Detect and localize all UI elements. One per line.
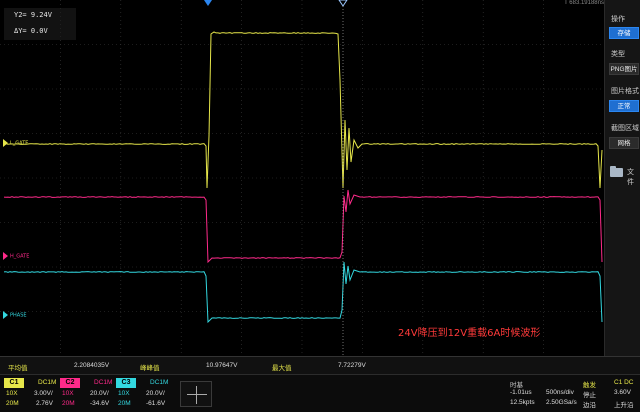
channel-marker-c2[interactable]: H_GATE (0, 252, 29, 261)
channel-tag-c1: C1 (4, 378, 24, 388)
timebase-delay[interactable]: -1.01us (510, 389, 532, 396)
memory-depth: 12.5kpts (510, 399, 535, 406)
timebase-label: 时基 (510, 379, 523, 389)
scale: 20.0V/ (90, 390, 109, 397)
save-side-panel: 操作 存储 类型 PNG图片 图片格式 正常 截图区域 网格 文件 (604, 0, 640, 356)
probe: 10X (6, 390, 18, 397)
measure-pp-value: 10.97647V (206, 362, 237, 369)
trigger-label: 触发 (583, 379, 596, 389)
channel-status-bar: C1 DC1M 10X 3.00V/ 20M 2.76V C2 DC1M 10X… (0, 374, 640, 412)
type-label: 类型 (611, 49, 625, 59)
measure-pp-label: 峰峰值 (140, 362, 160, 372)
channel-label-c1: L_GATE (10, 141, 28, 147)
capture-area-select[interactable]: 网格 (609, 137, 639, 149)
trigger-type: 边沿 (583, 399, 596, 409)
trigger-position-marker (204, 0, 212, 6)
channel-arrow-icon (3, 252, 8, 260)
trigger-level[interactable]: 3.60V (614, 389, 631, 396)
channel-block-c1[interactable]: C1 DC1M 10X 3.00V/ 20M 2.76V (4, 378, 58, 410)
bandwidth: 20M (62, 400, 75, 407)
offset: -34.6V (90, 400, 109, 407)
probe: 10X (62, 390, 74, 397)
measure-max-value: 7.72279V (338, 362, 366, 369)
file-label[interactable]: 文件 (627, 167, 640, 187)
channel-arrow-icon (3, 139, 8, 147)
image-format-select[interactable]: 正常 (609, 100, 639, 112)
top-status-text: T 683.19188ns (564, 0, 604, 6)
cursor-dy-value: ΔY= 0.0V (14, 27, 48, 35)
cursor-y2-value: Y2= 9.24V (14, 11, 52, 19)
cursor-position-marker (339, 0, 347, 6)
add-channel-plus-icon[interactable] (180, 381, 212, 407)
coupling: DC1M (38, 379, 56, 386)
scale: 20.0V/ (146, 390, 165, 397)
operation-label: 操作 (611, 14, 625, 24)
channel-marker-c1[interactable]: L_GATE (0, 139, 28, 148)
waveform-h-gate (4, 190, 602, 262)
channel-tag-c3: C3 (116, 378, 136, 388)
waveform-l-gate (4, 32, 602, 188)
sample-rate: 2.50GSa/s (546, 399, 577, 406)
scope-grid (0, 0, 604, 356)
channel-arrow-icon (3, 311, 8, 319)
offset: 2.76V (36, 400, 53, 407)
trigger-mode[interactable]: 停止 (583, 389, 596, 399)
channel-marker-c3[interactable]: PHASE (0, 311, 27, 320)
waveform-display[interactable]: Y2= 9.24V ΔY= 0.0V L_GATE H_GATE PHASE 2… (0, 0, 604, 356)
channel-block-c2[interactable]: C2 DC1M 10X 20.0V/ 20M -34.6V (60, 378, 114, 410)
capture-area-label: 截图区域 (611, 123, 639, 133)
offset: -61.6V (146, 400, 165, 407)
waveform-phase (4, 262, 602, 322)
probe: 10X (118, 390, 130, 397)
trigger-slope[interactable]: 上升沿 (614, 399, 634, 409)
type-select[interactable]: PNG图片 (609, 63, 639, 75)
image-format-label: 图片格式 (611, 86, 639, 96)
coupling: DC1M (150, 379, 168, 386)
measure-max-label: 最大值 (272, 362, 292, 372)
coupling: DC1M (94, 379, 112, 386)
channel-tag-c2: C2 (60, 378, 80, 388)
waveform-annotation: 24V降压到12V重载6A时候波形 (398, 324, 540, 339)
measure-avg-label: 平均值 (8, 362, 28, 372)
measure-avg-value: 2.2084035V (74, 362, 109, 369)
channel-label-c3: PHASE (10, 313, 27, 319)
bandwidth: 20M (6, 400, 19, 407)
scale: 3.00V/ (34, 390, 53, 397)
timebase-scale[interactable]: 500ns/div (546, 389, 574, 396)
channel-label-c2: H_GATE (10, 254, 29, 260)
channel-block-c3[interactable]: C3 DC1M 10X 20.0V/ 20M -61.6V (116, 378, 170, 410)
measurement-bar: 平均值 2.2084035V 峰峰值 10.97647V 最大值 7.72279… (0, 356, 640, 374)
trigger-channel: C1 DC (614, 379, 634, 386)
bandwidth: 20M (118, 400, 131, 407)
folder-icon[interactable] (610, 168, 623, 177)
save-button[interactable]: 存储 (609, 27, 639, 39)
